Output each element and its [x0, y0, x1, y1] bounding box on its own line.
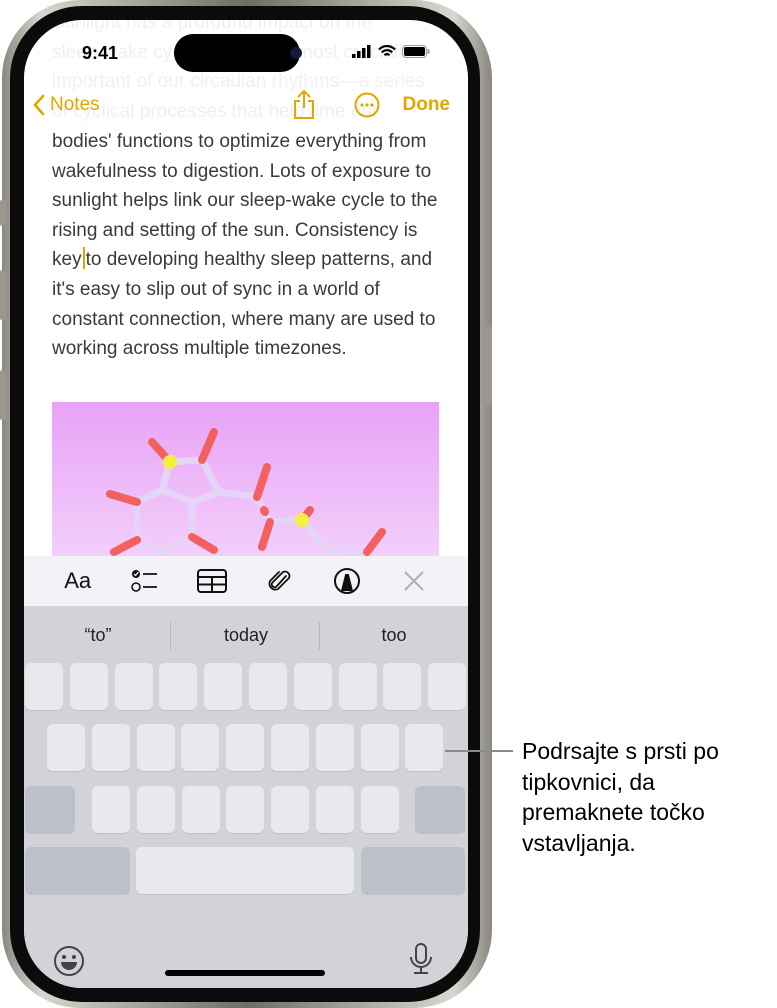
- done-button[interactable]: Done: [403, 94, 451, 116]
- divider: [170, 622, 171, 650]
- keyboard-key[interactable]: [360, 786, 399, 833]
- keyboard-key[interactable]: [226, 724, 265, 771]
- keyboard-key[interactable]: [114, 663, 153, 710]
- microphone-icon[interactable]: [408, 942, 434, 976]
- keyboard-key[interactable]: [25, 663, 63, 710]
- keyboard-key[interactable]: [136, 724, 175, 771]
- callout-line: [445, 750, 513, 752]
- share-icon[interactable]: [292, 88, 316, 120]
- keyboard-key[interactable]: [293, 663, 332, 710]
- screen: Sunlight has a profound impact on the sl…: [24, 20, 468, 988]
- checklist-icon[interactable]: [127, 563, 163, 599]
- keyboard-key[interactable]: [204, 663, 243, 710]
- keyboard-key[interactable]: [136, 847, 354, 894]
- battery-icon: [402, 45, 430, 58]
- nav-bar: Notes Done: [24, 89, 468, 124]
- keyboard-key[interactable]: [47, 724, 85, 771]
- table-icon[interactable]: [194, 563, 230, 599]
- suggestion-bar: “to” today too: [24, 620, 468, 650]
- keyboard-key[interactable]: [226, 786, 265, 833]
- keyboard-key[interactable]: [271, 786, 310, 833]
- back-label: Notes: [50, 94, 100, 115]
- keyboard-key[interactable]: [316, 786, 354, 833]
- signal-icon: [352, 45, 371, 58]
- wifi-icon: [378, 45, 396, 57]
- keyboard-key[interactable]: [91, 724, 130, 771]
- more-icon[interactable]: [354, 92, 380, 118]
- status-icons: [352, 45, 430, 58]
- suggestion[interactable]: too: [320, 620, 468, 650]
- chevron-left-icon: [33, 94, 45, 116]
- molecule-image[interactable]: [52, 402, 439, 562]
- keyboard-key[interactable]: [136, 786, 175, 833]
- keyboard-key[interactable]: [181, 724, 220, 771]
- close-icon[interactable]: [396, 563, 432, 599]
- home-indicator: [165, 970, 325, 976]
- action-button: [0, 200, 6, 226]
- keyboard-key[interactable]: [360, 724, 399, 771]
- note-body[interactable]: bodies' functions to optimize everything…: [52, 127, 452, 364]
- dynamic-island: [174, 34, 302, 72]
- keyboard-key[interactable]: [361, 847, 465, 894]
- emoji-icon[interactable]: [53, 945, 85, 977]
- keyboard-key[interactable]: [25, 847, 130, 894]
- camera-icon: [290, 47, 302, 59]
- insertion-point: [82, 247, 85, 270]
- keyboard: “to” today too: [24, 606, 468, 988]
- molecule-illustration: [106, 428, 386, 556]
- suggestion[interactable]: today: [172, 620, 320, 650]
- back-button[interactable]: Notes: [32, 94, 100, 116]
- keyboard-key[interactable]: [415, 786, 465, 833]
- keyboard-key[interactable]: [405, 724, 444, 771]
- keyboard-key[interactable]: [249, 663, 287, 710]
- keyboard-key[interactable]: [181, 786, 220, 833]
- format-icon[interactable]: Aa: [60, 563, 96, 599]
- keyboard-key[interactable]: [159, 663, 198, 710]
- keyboard-key[interactable]: [271, 724, 309, 771]
- keyboard-key[interactable]: [428, 663, 467, 710]
- markup-icon[interactable]: [329, 563, 365, 599]
- format-toolbar: Aa: [24, 556, 468, 606]
- keyboard-key[interactable]: [315, 724, 354, 771]
- side-button: [486, 325, 492, 405]
- keyboard-key[interactable]: [92, 786, 130, 833]
- keyboard-key[interactable]: [383, 663, 422, 710]
- note-text: to developing healthy sleep patterns, an…: [52, 249, 436, 360]
- callout-text: Podrsajte s prsti po tipkovnici, da prem…: [522, 738, 719, 856]
- status-time: 9:41: [82, 43, 119, 63]
- volume-down-button: [0, 370, 6, 420]
- keyboard-key[interactable]: [25, 786, 75, 833]
- divider: [319, 622, 320, 650]
- attachment-icon[interactable]: [262, 563, 298, 599]
- keyboard-key[interactable]: [69, 663, 108, 710]
- suggestion[interactable]: “to”: [24, 620, 172, 650]
- keyboard-key[interactable]: [338, 663, 377, 710]
- volume-up-button: [0, 270, 6, 320]
